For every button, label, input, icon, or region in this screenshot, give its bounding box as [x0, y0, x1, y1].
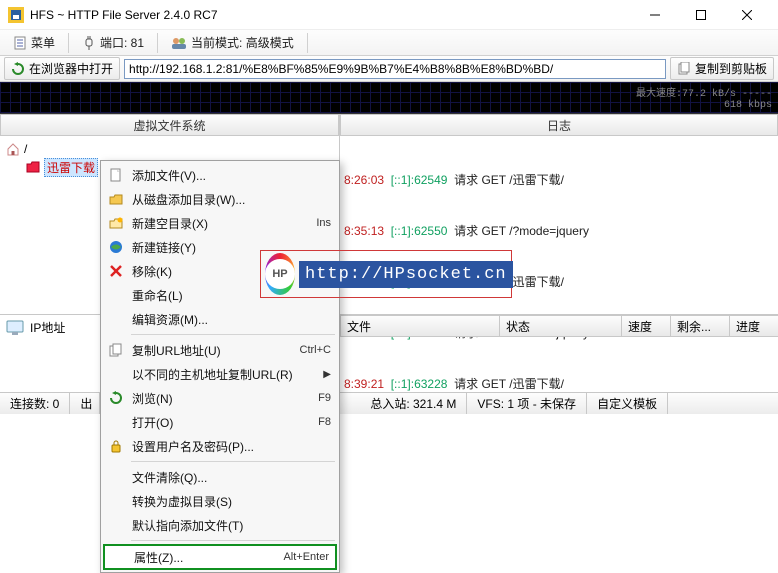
url-input[interactable] [124, 59, 666, 79]
cm-to-virtual[interactable]: 转换为虚拟目录(S) [103, 489, 337, 513]
window-close-button[interactable] [724, 0, 770, 30]
cm-add-folder-disk[interactable]: 从磁盘添加目录(W)... [103, 187, 337, 211]
menubar: 菜单 端口: 81 当前模式: 高级模式 [0, 30, 778, 56]
copy-to-clipboard-button[interactable]: 复制到剪贴板 [670, 57, 774, 80]
status-vfs: VFS: 1 项 - 未保存 [467, 393, 587, 414]
cm-copy-url-diff-host[interactable]: 以不同的主机地址复制URL(R) ▶ [103, 362, 337, 386]
hp-url-label: http://HPsocket.cn [299, 261, 513, 288]
delete-icon [107, 262, 125, 280]
copy-icon [107, 341, 125, 359]
home-icon [6, 142, 20, 156]
col-file[interactable]: 文件 [340, 315, 500, 337]
window-titlebar: HFS ~ HTTP File Server 2.4.0 RC7 [0, 0, 778, 30]
refresh-icon [107, 389, 125, 407]
users-icon [171, 36, 187, 50]
vfs-panel-header: 虚拟文件系统 [0, 114, 339, 136]
status-total: 总入站: 321.4 M [360, 393, 467, 414]
window-title: HFS ~ HTTP File Server 2.4.0 RC7 [30, 8, 632, 22]
menu-label: 菜单 [31, 34, 55, 51]
separator [68, 33, 69, 53]
separator [157, 33, 158, 53]
col-remaining[interactable]: 剩余... [670, 315, 730, 337]
tree-item-label: 迅雷下载 [44, 158, 98, 177]
status-connections: 连接数: 0 [0, 393, 70, 414]
folder-icon [26, 160, 40, 174]
page-icon [13, 36, 27, 50]
col-progress[interactable]: 进度 [729, 315, 778, 337]
separator [307, 33, 308, 53]
col-status[interactable]: 状态 [499, 315, 622, 337]
mode-label: 当前模式: 高级模式 [191, 34, 294, 51]
cm-properties[interactable]: 属性(Z)... Alt+Enter [103, 544, 337, 570]
address-bar: 在浏览器中打开 复制到剪贴板 [0, 56, 778, 82]
mode-button[interactable]: 当前模式: 高级模式 [164, 31, 301, 54]
cm-copy-url[interactable]: 复制URL地址(U) Ctrl+C [103, 338, 337, 362]
refresh-icon [11, 62, 25, 76]
port-label: 端口: 81 [100, 34, 144, 51]
col-speed[interactable]: 速度 [621, 315, 671, 337]
cm-open[interactable]: 打开(O) F8 [103, 410, 337, 434]
new-folder-icon [107, 214, 125, 232]
log-line: 8:35:13 [::1]:62550 请求 GET /?mode=jquery [344, 223, 774, 240]
log-line: 8:26:03 [::1]:62549 请求 GET /迅雷下载/ [344, 172, 774, 189]
cm-default-add[interactable]: 默认指向添加文件(T) [103, 513, 337, 537]
port-button[interactable]: 端口: 81 [75, 31, 151, 54]
cm-new-empty-folder[interactable]: 新建空目录(X) Ins [103, 211, 337, 235]
status-template: 自定义模板 [587, 393, 668, 414]
globe-icon [107, 238, 125, 256]
status-out: 出 [70, 393, 100, 414]
window-maximize-button[interactable] [678, 0, 724, 30]
speed-rate-label: 618 kbps [724, 100, 772, 111]
monitor-icon [6, 320, 24, 336]
folder-icon [107, 190, 125, 208]
menu-separator [131, 540, 335, 541]
tree-root[interactable]: / [6, 140, 333, 158]
menu-button[interactable]: 菜单 [6, 31, 62, 54]
window-minimize-button[interactable] [632, 0, 678, 30]
plug-icon [82, 36, 96, 50]
cm-browse[interactable]: 浏览(N) F9 [103, 386, 337, 410]
chevron-right-icon: ▶ [323, 369, 331, 380]
menu-separator [131, 461, 335, 462]
copy-label: 复制到剪贴板 [695, 60, 767, 77]
file-add-icon [107, 166, 125, 184]
hp-logo-icon: HP [265, 253, 295, 295]
cm-purge[interactable]: 文件清除(Q)... [103, 465, 337, 489]
speed-max-label: 最大速度:77.2 kB/s ----- [636, 84, 772, 100]
menu-separator [131, 334, 335, 335]
open-in-browser-button[interactable]: 在浏览器中打开 [4, 57, 120, 80]
speed-graph: 最大速度:77.2 kB/s ----- 618 kbps [0, 82, 778, 114]
cm-add-file[interactable]: 添加文件(V)... [103, 163, 337, 187]
context-menu: 添加文件(V)... 从磁盘添加目录(W)... 新建空目录(X) Ins 新建… [100, 160, 340, 573]
open-label: 在浏览器中打开 [29, 60, 113, 77]
watermark-overlay: HP http://HPsocket.cn [260, 250, 512, 298]
ip-label: IP地址 [30, 319, 65, 336]
cm-set-user-pass[interactable]: 设置用户名及密码(P)... [103, 434, 337, 458]
log-panel-header: 日志 [340, 114, 778, 136]
cm-edit-resource[interactable]: 编辑资源(M)... [103, 307, 337, 331]
lock-icon [107, 437, 125, 455]
app-icon [8, 7, 24, 23]
transfer-table-header: 文件 状态 速度 剩余... 进度 [340, 315, 778, 392]
tree-root-label: / [24, 142, 27, 156]
copy-icon [677, 62, 691, 76]
